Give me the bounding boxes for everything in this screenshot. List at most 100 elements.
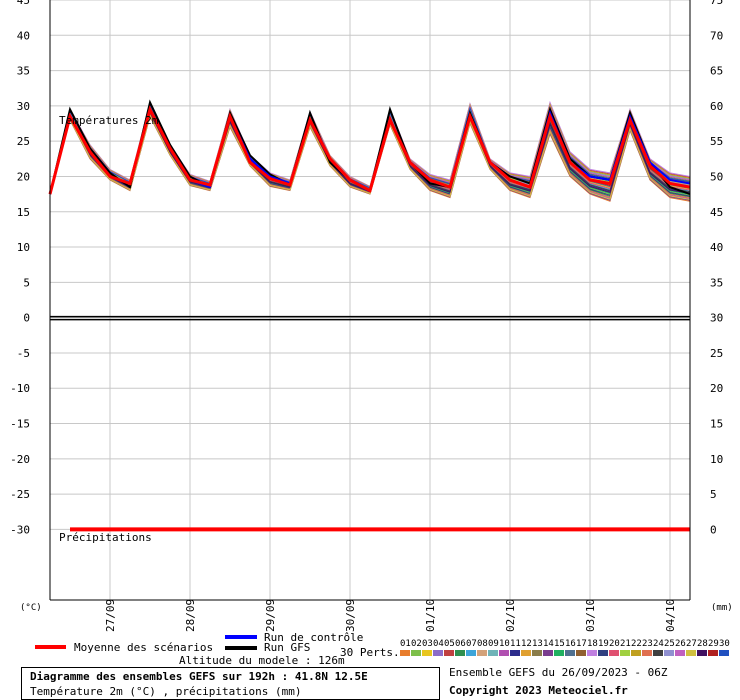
right-axis-ticks: 757065605550454035302520151050 bbox=[710, 0, 723, 536]
date-tick-label: 27/09 bbox=[104, 599, 117, 632]
right-tick-label: 45 bbox=[710, 206, 723, 219]
member-color-swatch bbox=[565, 650, 575, 656]
ensemble-chart: 454035302520151050-5-10-15-20-25-30 7570… bbox=[10, 0, 733, 667]
left-tick-label: 40 bbox=[17, 29, 30, 42]
member-id-label: 23 bbox=[642, 639, 653, 649]
member-color-swatch bbox=[477, 650, 487, 656]
top-panel-label: Températures 2m bbox=[59, 114, 159, 127]
right-tick-label: 65 bbox=[710, 65, 723, 78]
member-id-label: 30 bbox=[719, 639, 730, 649]
right-tick-label: 35 bbox=[710, 276, 723, 289]
member-color-swatch bbox=[455, 650, 465, 656]
member-color-swatch bbox=[532, 650, 542, 656]
member-id-label: 28 bbox=[697, 639, 708, 649]
footer-subtitle: Température 2m (°C) , précipitations (mm… bbox=[30, 685, 302, 698]
member-color-swatch bbox=[708, 650, 718, 656]
member-color-swatch bbox=[499, 650, 509, 656]
left-tick-label: 45 bbox=[17, 0, 30, 7]
member-color-swatch bbox=[521, 650, 531, 656]
member-id-label: 10 bbox=[499, 639, 510, 649]
member-color-swatch bbox=[642, 650, 652, 656]
left-tick-label: 20 bbox=[17, 170, 30, 183]
member-id-label: 22 bbox=[631, 639, 642, 649]
date-tick-label: 30/09 bbox=[344, 599, 357, 632]
left-tick-label: 10 bbox=[17, 241, 30, 254]
right-tick-label: 20 bbox=[710, 382, 723, 395]
member-id-label: 25 bbox=[664, 639, 675, 649]
date-labels: 27/09 28/09 29/09 30/09 01/10 02/10 03/10 04/10 bbox=[104, 599, 677, 632]
member-color-swatch bbox=[422, 650, 432, 656]
member-color-swatch bbox=[686, 650, 696, 656]
member-color-swatch bbox=[631, 650, 641, 656]
altitude-label: Altitude du modele : 126m bbox=[179, 654, 345, 667]
member-id-label: 02 bbox=[411, 639, 422, 649]
left-tick-label: 5 bbox=[23, 276, 30, 289]
left-tick-label: 35 bbox=[17, 65, 30, 78]
right-tick-label: 70 bbox=[710, 29, 723, 42]
member-count: 30 Perts. bbox=[340, 646, 400, 659]
member-id-label: 26 bbox=[675, 639, 686, 649]
right-tick-label: 40 bbox=[710, 241, 723, 254]
member-color-swatch bbox=[488, 650, 498, 656]
member-color-swatch bbox=[653, 650, 663, 656]
left-tick-label: -5 bbox=[17, 347, 30, 360]
member-color-swatch bbox=[554, 650, 564, 656]
member-id-label: 15 bbox=[554, 639, 565, 649]
member-color-swatch bbox=[466, 650, 476, 656]
legend: Moyenne des scénarios Run de contrôle Ru… bbox=[35, 631, 400, 667]
member-id-label: 27 bbox=[686, 639, 697, 649]
left-tick-label: 30 bbox=[17, 100, 30, 113]
member-color-swatch bbox=[444, 650, 454, 656]
member-id-label: 12 bbox=[521, 639, 532, 649]
member-color-swatch bbox=[510, 650, 520, 656]
date-tick-label: 03/10 bbox=[584, 599, 597, 632]
member-id-label: 21 bbox=[620, 639, 631, 649]
left-tick-label: -25 bbox=[10, 488, 30, 501]
member-color-swatch bbox=[543, 650, 553, 656]
member-color-swatch bbox=[719, 650, 729, 656]
members-legend: 01 02 03 04 05 06 07 08 09 10 11 12 13 14 15 16 17 18 19 20… bbox=[400, 639, 730, 656]
member-color-swatch bbox=[411, 650, 421, 656]
right-tick-label: 25 bbox=[710, 347, 723, 360]
right-tick-label: 15 bbox=[710, 418, 723, 431]
member-id-label: 09 bbox=[488, 639, 499, 649]
left-tick-label: -20 bbox=[10, 453, 30, 466]
left-tick-label: -30 bbox=[10, 523, 30, 536]
left-tick-label: 15 bbox=[17, 206, 30, 219]
footer-title-box: Diagramme des ensembles GEFS sur 192h : … bbox=[21, 667, 440, 700]
member-id-label: 29 bbox=[708, 639, 719, 649]
date-tick-label: 01/10 bbox=[424, 599, 437, 632]
member-color-swatch bbox=[400, 650, 410, 656]
member-id-label: 14 bbox=[543, 639, 554, 649]
member-id-label: 07 bbox=[466, 639, 477, 649]
run-info: Ensemble GEFS du 26/09/2023 - 06Z bbox=[449, 666, 668, 679]
member-id-label: 06 bbox=[455, 639, 466, 649]
right-tick-label: 10 bbox=[710, 453, 723, 466]
member-id-label: 17 bbox=[576, 639, 587, 649]
member-color-swatch bbox=[620, 650, 630, 656]
member-color-swatch bbox=[609, 650, 619, 656]
right-tick-label: 55 bbox=[710, 135, 723, 148]
left-axis-ticks: 45 40 35 30 25 20 15 10 5 0 -5 -10 -15 -20 -25 -30 bbox=[10, 0, 30, 536]
member-id-label: 20 bbox=[609, 639, 620, 649]
legend-gfs-label: Run GFS bbox=[264, 641, 310, 654]
member-id-label: 13 bbox=[532, 639, 543, 649]
right-axis-unit: (mm) bbox=[711, 603, 733, 613]
right-tick-label: 60 bbox=[710, 100, 723, 113]
member-id-label: 03 bbox=[422, 639, 433, 649]
date-tick-label: 02/10 bbox=[504, 599, 517, 632]
member-color-swatch bbox=[675, 650, 685, 656]
right-tick-label: 75 bbox=[710, 0, 723, 7]
left-axis-unit: (°C) bbox=[20, 603, 42, 613]
footer-title: Diagramme des ensembles GEFS sur 192h : … bbox=[30, 670, 368, 683]
member-id-label: 18 bbox=[587, 639, 598, 649]
member-color-swatch bbox=[598, 650, 608, 656]
member-id-label: 08 bbox=[477, 639, 488, 649]
left-tick-label: 0 bbox=[23, 312, 30, 325]
legend-mean-label: Moyenne des scénarios bbox=[74, 641, 213, 654]
member-id-label: 01 bbox=[400, 639, 411, 649]
member-id-label: 19 bbox=[598, 639, 609, 649]
member-color-swatch bbox=[664, 650, 674, 656]
right-tick-label: 0 bbox=[710, 523, 717, 536]
member-id-label: 16 bbox=[565, 639, 576, 649]
